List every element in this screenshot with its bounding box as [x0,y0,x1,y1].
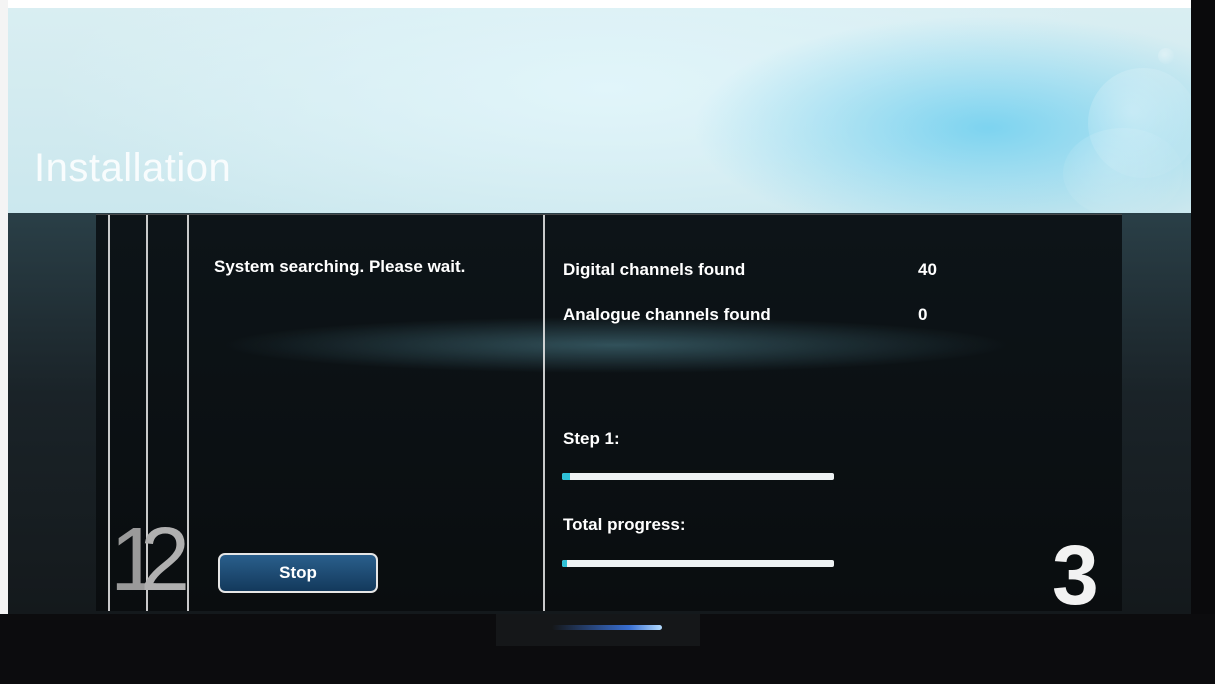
tv-bezel-top [0,0,1215,8]
divider-line [543,215,545,611]
step-number-2: 2 [140,510,191,610]
stop-button[interactable]: Stop [218,553,378,593]
step-progress-bar [562,473,834,480]
digital-channels-value: 40 [918,260,937,279]
tv-bezel-right [1191,0,1215,684]
total-progress-label: Total progress: [563,515,686,534]
decorative-bubble [1158,48,1174,64]
total-progress-bar [562,560,834,567]
tv-screen-photo: Installation 1 2 System searching. Pleas… [0,0,1215,684]
tv-stand [496,614,700,646]
search-status-text: System searching. Please wait. [214,257,466,276]
installation-panel: 1 2 System searching. Please wait. Stop … [96,214,1122,614]
stop-button-label: Stop [279,563,317,582]
tv-display: Installation 1 2 System searching. Pleas… [8,8,1191,614]
stand-light [552,625,662,630]
analogue-channels-label: Analogue channels found [563,305,771,324]
digital-channels-label: Digital channels found [563,260,746,279]
tv-bezel-left [0,0,8,684]
page-title: Installation [34,146,232,190]
analogue-channels-value: 0 [918,305,928,324]
total-progress-fill [562,560,568,567]
step-number-3: 3 [1052,528,1099,614]
step-progress-label: Step 1: [563,429,620,448]
step-progress-fill [562,473,571,480]
decorative-bubble [1063,128,1183,218]
